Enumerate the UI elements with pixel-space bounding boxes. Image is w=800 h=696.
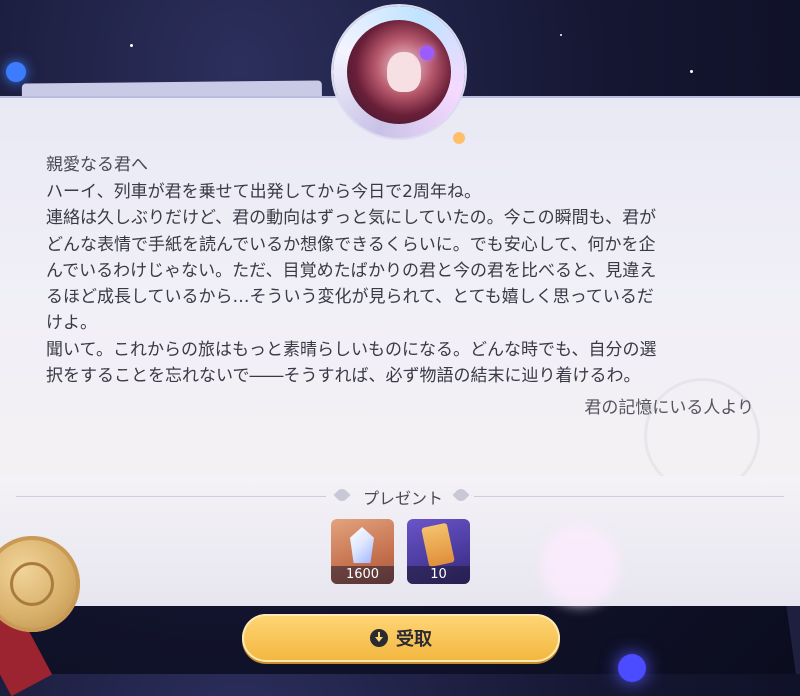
seal-emblem-icon (10, 562, 54, 606)
star (130, 44, 133, 47)
avatar-decoration (420, 46, 434, 60)
glow-orb (618, 654, 646, 682)
letter-salutation: 親愛なる君へ (46, 155, 148, 175)
sender-avatar (333, 6, 465, 144)
claim-button[interactable]: 受取 (242, 614, 560, 662)
avatar-decoration (453, 132, 465, 144)
gift-count: 1600 (331, 566, 394, 584)
ticket-icon (421, 522, 455, 568)
gift-count: 10 (407, 566, 470, 584)
letter-signature: 君の記憶にいる人より (584, 398, 754, 418)
star (560, 34, 562, 36)
letter-body: ハーイ、列車が君を乗せて出発してから今日で2周年ね。 連絡は久しぶりだけど、君の… (46, 182, 657, 387)
gift-item[interactable]: 1600 (331, 519, 394, 584)
crystal-icon (350, 527, 374, 563)
claim-button-label: 受取 (396, 629, 432, 650)
gifts-title: プレゼント (362, 489, 443, 508)
gift-item[interactable]: 10 (407, 519, 470, 584)
star (690, 70, 693, 73)
glow-orb (6, 62, 26, 82)
avatar-portrait (347, 20, 451, 124)
download-icon (370, 629, 388, 647)
